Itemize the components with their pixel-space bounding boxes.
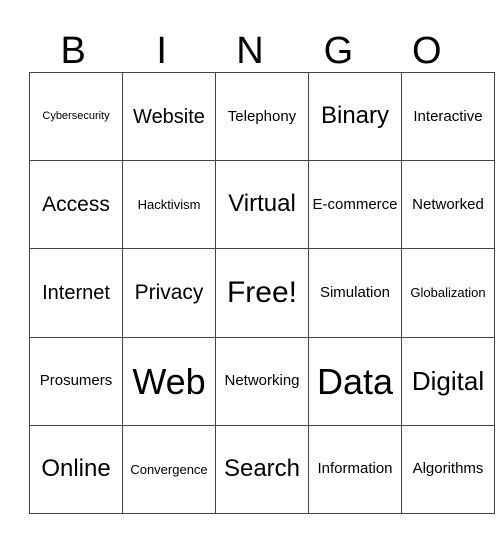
- bingo-row: Online Convergence Search Information Algori…: [29, 424, 495, 515]
- bingo-cell[interactable]: Search: [215, 424, 309, 515]
- bingo-cell[interactable]: Website: [122, 71, 216, 162]
- bingo-cell[interactable]: Globalization: [401, 248, 495, 338]
- bingo-cell[interactable]: Simulation: [308, 248, 402, 338]
- bingo-cell[interactable]: Digital: [401, 336, 495, 426]
- bingo-cell[interactable]: Networking: [215, 336, 309, 426]
- bingo-cell[interactable]: Networked: [401, 160, 495, 250]
- bingo-cell[interactable]: Data: [308, 336, 402, 426]
- bingo-cell[interactable]: Binary: [308, 71, 402, 162]
- header-letter-n: N: [236, 30, 264, 72]
- bingo-cell[interactable]: Interactive: [401, 71, 495, 162]
- bingo-row: Prosumers Web Networking Data Digital: [29, 336, 495, 426]
- bingo-cell[interactable]: Privacy: [122, 248, 216, 338]
- bingo-cell[interactable]: Access: [29, 160, 123, 250]
- header-letter-i: I: [156, 30, 167, 72]
- bingo-row: Access Hacktivism Virtual E-commerce Network…: [29, 160, 495, 250]
- bingo-cell[interactable]: Algorithms: [401, 424, 495, 515]
- bingo-row: Internet Privacy Free! Simulation Globalizat…: [29, 248, 495, 338]
- bingo-cell[interactable]: Convergence: [122, 424, 216, 515]
- bingo-cell[interactable]: Free!: [215, 248, 309, 338]
- bingo-cell[interactable]: Telephony: [215, 71, 309, 162]
- bingo-cell[interactable]: Cybersecurity: [29, 71, 123, 162]
- bingo-cell[interactable]: Hacktivism: [122, 160, 216, 250]
- bingo-row: Cybersecurity Website Telephony Binary Inter…: [29, 71, 495, 162]
- bingo-header: B I N G O: [29, 30, 471, 72]
- bingo-cell[interactable]: Internet: [29, 248, 123, 338]
- header-letter-o: O: [412, 30, 442, 72]
- bingo-cell[interactable]: Online: [29, 424, 123, 515]
- bingo-card: Cybersecurity Website Telephony Binary Inter…: [29, 71, 495, 515]
- bingo-cell[interactable]: E-commerce: [308, 160, 402, 250]
- header-letter-b: B: [60, 30, 86, 72]
- bingo-cell[interactable]: Virtual: [215, 160, 309, 250]
- bingo-cell[interactable]: Prosumers: [29, 336, 123, 426]
- header-letter-g: G: [323, 30, 354, 72]
- bingo-cell[interactable]: Information: [308, 424, 402, 515]
- bingo-cell[interactable]: Web: [122, 336, 216, 426]
